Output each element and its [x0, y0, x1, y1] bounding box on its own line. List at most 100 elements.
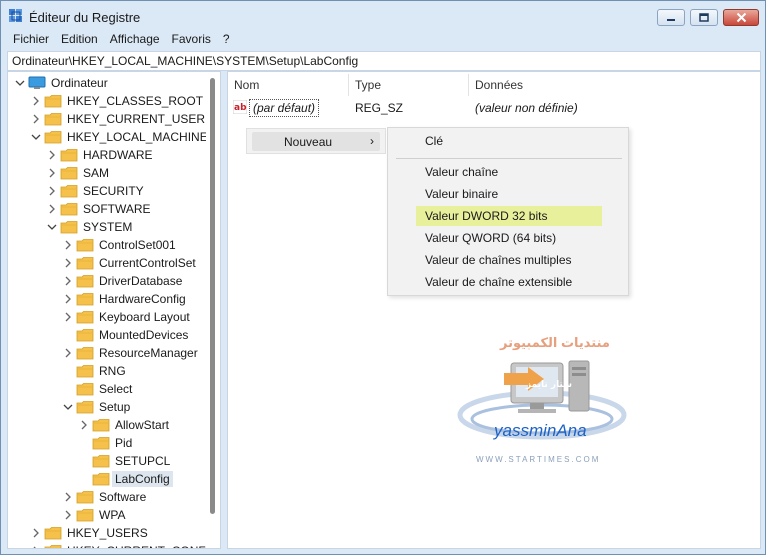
- folder-icon: [76, 346, 94, 360]
- chevron-right-icon[interactable]: [62, 275, 74, 287]
- submenu-item-valeur-chaine[interactable]: Valeur chaîne: [416, 162, 507, 182]
- submenu-item-valeur-qword[interactable]: Valeur QWORD (64 bits): [416, 228, 565, 248]
- minimize-icon: [667, 18, 675, 21]
- close-icon: [736, 12, 746, 23]
- tree-item[interactable]: HardwareConfig: [8, 290, 204, 308]
- tree-item[interactable]: MountedDevices: [8, 326, 204, 344]
- value-row[interactable]: ab (par défaut) REG_SZ (valeur non défin…: [228, 98, 760, 118]
- chevron-right-icon[interactable]: [62, 257, 74, 269]
- tree-item-label: HKEY_CLASSES_ROOT: [67, 94, 204, 108]
- tree-item-label: Ordinateur: [51, 76, 108, 90]
- registry-editor-window: Éditeur du Registre Fichier Edition Affi…: [0, 0, 766, 555]
- value-data: (valeur non définie): [475, 101, 578, 115]
- tree-item[interactable]: DriverDatabase: [8, 272, 204, 290]
- chevron-right-icon[interactable]: [62, 347, 74, 359]
- menu-separator: [396, 158, 622, 159]
- minimize-button[interactable]: [657, 9, 685, 26]
- tree-item-label: SETUPCL: [115, 454, 171, 468]
- chevron-right-icon[interactable]: [30, 95, 42, 107]
- tree-pane[interactable]: Ordinateur HKEY_CLASSES_ROOT HKEY_CURRENT_…: [7, 71, 221, 549]
- folder-icon: [60, 184, 78, 198]
- column-header-name[interactable]: Nom: [234, 78, 259, 92]
- tree-item[interactable]: ControlSet001: [8, 236, 204, 254]
- tree-item-root[interactable]: Ordinateur: [8, 74, 204, 92]
- menu-favoris[interactable]: Favoris: [166, 31, 217, 49]
- tree-item[interactable]: HKEY_CURRENT_USER: [8, 110, 205, 128]
- value-name[interactable]: (par défaut): [249, 99, 320, 117]
- column-separator[interactable]: [468, 74, 469, 96]
- chevron-right-icon[interactable]: [46, 203, 58, 215]
- tree-item[interactable]: SYSTEM: [8, 218, 204, 236]
- tree-item[interactable]: LabConfig: [8, 470, 204, 488]
- chevron-down-icon[interactable]: [46, 221, 58, 233]
- chevron-right-icon[interactable]: [30, 113, 42, 125]
- menu-help[interactable]: ?: [217, 31, 236, 49]
- tree-item[interactable]: HKEY_CURRENT_CONFIG: [8, 542, 218, 548]
- tree-item[interactable]: AllowStart: [8, 416, 204, 434]
- chevron-down-icon[interactable]: [62, 401, 74, 413]
- tree-item-label: Setup: [99, 400, 131, 414]
- chevron-down-icon[interactable]: [30, 131, 42, 143]
- scrollbar-thumb[interactable]: [210, 78, 215, 514]
- chevron-right-icon[interactable]: [62, 239, 74, 251]
- address-bar[interactable]: Ordinateur\HKEY_LOCAL_MACHINE\SYSTEM\Set…: [7, 51, 761, 71]
- column-header-type[interactable]: Type: [355, 78, 381, 92]
- menu-fichier[interactable]: Fichier: [7, 31, 55, 49]
- tree-item[interactable]: Pid: [8, 434, 204, 452]
- tree-item[interactable]: RNG: [8, 362, 204, 380]
- folder-icon: [76, 292, 94, 306]
- chevron-right-icon[interactable]: [78, 419, 90, 431]
- tree-item[interactable]: Select: [8, 380, 204, 398]
- folder-icon: [76, 238, 94, 252]
- tree-item[interactable]: SAM: [8, 164, 204, 182]
- tree-item[interactable]: HKEY_USERS: [8, 524, 204, 542]
- chevron-right-icon[interactable]: [62, 509, 74, 521]
- submenu-item-chaine-extensible[interactable]: Valeur de chaîne extensible: [416, 272, 581, 292]
- chevron-right-icon[interactable]: [46, 185, 58, 197]
- registry-editor-icon: [9, 9, 22, 22]
- chevron-right-icon[interactable]: [30, 545, 42, 548]
- menu-edition[interactable]: Edition: [55, 31, 104, 49]
- tree-item[interactable]: Keyboard Layout: [8, 308, 204, 326]
- tree-item[interactable]: Software: [8, 488, 204, 506]
- folder-icon: [76, 274, 94, 288]
- tree-item[interactable]: ResourceManager: [8, 344, 204, 362]
- menu-bar: Fichier Edition Affichage Favoris ?: [7, 31, 761, 49]
- tree-item[interactable]: Setup: [8, 398, 204, 416]
- tree-item-label: CurrentControlSet: [99, 256, 196, 270]
- context-item-nouveau[interactable]: Nouveau ›: [252, 132, 380, 151]
- maximize-icon: [699, 12, 709, 22]
- tree-item[interactable]: HKEY_LOCAL_MACHINE: [8, 128, 208, 146]
- folder-icon: [92, 436, 110, 450]
- chevron-right-icon[interactable]: [62, 311, 74, 323]
- chevron-right-icon[interactable]: [62, 293, 74, 305]
- title-bar[interactable]: Éditeur du Registre: [1, 1, 765, 31]
- tree-scrollbar[interactable]: [206, 72, 220, 548]
- chevron-down-icon[interactable]: [14, 77, 26, 89]
- submenu-item-chaines-multiples[interactable]: Valeur de chaînes multiples: [416, 250, 581, 270]
- tree-item[interactable]: SECURITY: [8, 182, 204, 200]
- tree-item[interactable]: SOFTWARE: [8, 200, 204, 218]
- folder-icon: [92, 454, 110, 468]
- chevron-right-icon[interactable]: [46, 167, 58, 179]
- chevron-right-icon[interactable]: [30, 527, 42, 539]
- submenu-item-valeur-binaire[interactable]: Valeur binaire: [416, 184, 507, 204]
- chevron-right-icon[interactable]: [46, 149, 58, 161]
- watermark-logo: ستار تايمز منتديات الكمبيوتر yassminAna …: [456, 323, 636, 473]
- tree-item[interactable]: WPA: [8, 506, 204, 524]
- column-separator[interactable]: [348, 74, 349, 96]
- column-header-data[interactable]: Données: [475, 78, 523, 92]
- tree-item[interactable]: CurrentControlSet: [8, 254, 204, 272]
- svg-text:ستار تايمز: ستار تايمز: [525, 380, 572, 390]
- submenu-item-cle[interactable]: Clé: [416, 131, 452, 151]
- tree-item[interactable]: HARDWARE: [8, 146, 204, 164]
- tree-item[interactable]: HKEY_CLASSES_ROOT: [8, 92, 204, 110]
- menu-affichage[interactable]: Affichage: [104, 31, 166, 49]
- tree-item[interactable]: SETUPCL: [8, 452, 204, 470]
- context-item-label: Nouveau: [284, 135, 333, 149]
- chevron-right-icon[interactable]: [62, 491, 74, 503]
- submenu-item-valeur-dword[interactable]: Valeur DWORD 32 bits: [416, 206, 602, 226]
- tree-item-label: ResourceManager: [99, 346, 198, 360]
- maximize-button[interactable]: [690, 9, 718, 26]
- close-button[interactable]: [723, 9, 759, 26]
